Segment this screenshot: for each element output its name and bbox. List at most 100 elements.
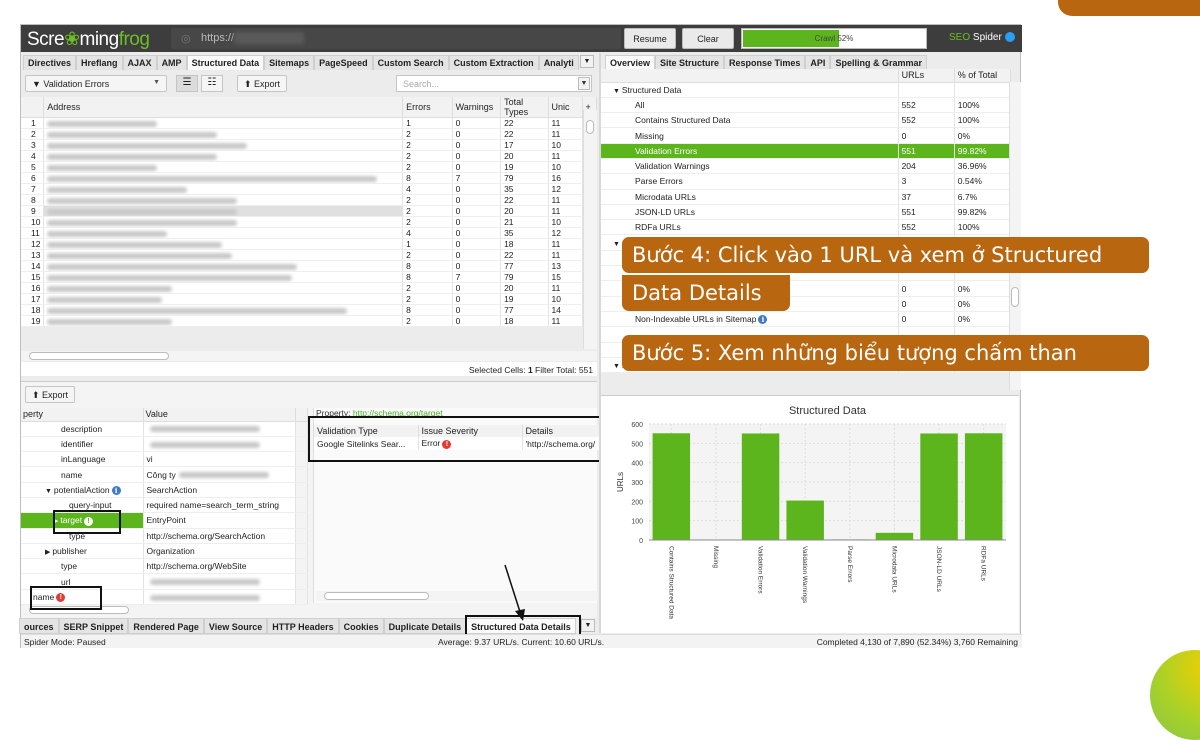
tab-api[interactable]: API <box>805 55 831 70</box>
tab-amp[interactable]: AMP <box>156 55 187 70</box>
list-view-button[interactable]: ☰ <box>176 75 198 92</box>
address-cell[interactable] <box>43 172 404 184</box>
table-row[interactable]: 8 2 0 22 11 <box>21 194 598 206</box>
table-row[interactable]: 1 1 0 22 11 <box>21 117 598 129</box>
overview-row[interactable]: JSON-LD URLs 551 99.82% <box>601 204 1012 221</box>
table-row[interactable]: 5 2 0 19 10 <box>21 161 598 173</box>
tab-rendered-page[interactable]: Rendered Page <box>128 618 204 634</box>
search-dropdown[interactable]: ▼ <box>578 77 590 90</box>
overview-row[interactable]: Validation Warnings 204 36.96% <box>601 158 1012 175</box>
column-header-urls[interactable]: URLs <box>898 69 955 83</box>
clear-button[interactable]: Clear <box>682 28 734 49</box>
table-row[interactable]: 11 4 0 35 12 <box>21 227 598 239</box>
overview-row[interactable]: RDFa URLs 552 100% <box>601 219 1012 236</box>
scroll-thumb[interactable] <box>1011 287 1019 307</box>
tab-pagespeed[interactable]: PageSpeed <box>314 55 373 70</box>
table-row[interactable]: 13 2 0 22 11 <box>21 249 598 261</box>
export-button[interactable]: ⬆ Export <box>237 75 288 92</box>
search-input[interactable]: Search... ▼ <box>396 75 592 92</box>
address-cell[interactable] <box>43 249 404 261</box>
table-row[interactable]: 17 2 0 19 10 <box>21 293 598 305</box>
tabs-overflow-dropdown[interactable]: ▼ <box>580 55 594 68</box>
table-row[interactable]: 15 8 7 79 15 <box>21 271 598 283</box>
table-row[interactable]: 14 8 0 77 13 <box>21 260 598 272</box>
tree-row[interactable]: name Công ty <box>21 466 308 483</box>
column-header-index[interactable] <box>21 97 45 118</box>
address-cell[interactable] <box>43 183 404 195</box>
column-header-property[interactable]: perty <box>21 408 144 422</box>
address-cell[interactable] <box>43 271 404 283</box>
overview-row[interactable]: All 552 100% <box>601 97 1012 114</box>
tab-overview[interactable]: Overview <box>605 55 656 70</box>
tab-analyti[interactable]: Analyti <box>538 55 579 70</box>
tab-ajax[interactable]: AJAX <box>122 55 157 70</box>
table-row[interactable]: 9 2 0 20 11 <box>21 205 598 217</box>
address-cell[interactable] <box>43 282 404 294</box>
tab-duplicate-details[interactable]: Duplicate Details <box>383 618 467 634</box>
column-header-errors[interactable]: Errors <box>402 97 453 118</box>
tree-row[interactable]: ▶ publisher Organization <box>21 543 308 560</box>
expand-arrow-icon[interactable]: ▼ <box>613 241 620 248</box>
twitter-icon[interactable] <box>1004 32 1015 43</box>
address-cell[interactable] <box>43 293 404 305</box>
address-cell[interactable] <box>43 227 404 239</box>
tab-response-times[interactable]: Response Times <box>724 55 806 70</box>
tree-row[interactable]: ▼ potentialAction i SearchAction <box>21 482 308 498</box>
tab-sitemaps[interactable]: Sitemaps <box>264 55 315 70</box>
address-cell[interactable] <box>43 304 404 316</box>
table-row[interactable]: 6 8 7 79 16 <box>21 172 598 184</box>
scroll-thumb[interactable] <box>324 592 429 600</box>
column-header-value[interactable]: Value <box>143 408 296 422</box>
tree-row[interactable]: inLanguage vi <box>21 451 308 468</box>
address-cell[interactable] <box>43 128 404 140</box>
overview-row[interactable]: Non-Indexable URLs in Sitemap i 0 0% <box>601 311 1012 328</box>
address-cell[interactable] <box>43 315 404 327</box>
scroll-thumb[interactable] <box>29 352 169 360</box>
lower-export-button[interactable]: ⬆ Export <box>25 386 76 403</box>
validation-hscroll[interactable] <box>316 591 598 601</box>
url-table-vscroll[interactable] <box>583 110 597 349</box>
address-cell[interactable] <box>43 260 404 272</box>
overview-row[interactable]: Parse Errors 3 0.54% <box>601 173 1012 190</box>
column-header-unic[interactable]: Unic <box>548 97 583 118</box>
address-cell[interactable] <box>43 150 404 162</box>
table-row[interactable]: 3 2 0 17 10 <box>21 139 598 151</box>
tab-structured-data[interactable]: Structured Data <box>186 55 265 70</box>
column-header-pct[interactable]: % of Total <box>954 69 1012 83</box>
expand-arrow-icon[interactable]: ▼ <box>613 363 622 370</box>
tab-spelling-grammar[interactable]: Spelling & Grammar <box>830 55 927 70</box>
column-header-warnings[interactable]: Warnings <box>452 97 502 118</box>
scroll-thumb[interactable] <box>586 120 594 134</box>
tree-row[interactable]: type http://schema.org/WebSite <box>21 558 308 575</box>
tab-custom-search[interactable]: Custom Search <box>372 55 449 70</box>
tab-custom-extraction[interactable]: Custom Extraction <box>448 55 539 70</box>
overview-row[interactable]: Contains Structured Data 552 100% <box>601 112 1012 129</box>
address-cell[interactable] <box>43 139 404 151</box>
url-table-hscroll[interactable] <box>21 351 597 361</box>
tree-view-button[interactable]: ☷ <box>201 75 223 92</box>
column-header-total-types[interactable]: Total Types <box>500 97 549 118</box>
table-row[interactable]: 4 2 0 20 11 <box>21 150 598 162</box>
overview-row[interactable]: Microdata URLs 37 6.7% <box>601 189 1012 205</box>
tab-cookies[interactable]: Cookies <box>338 618 384 634</box>
tree-row[interactable]: identifier <box>21 436 308 453</box>
table-row[interactable]: 10 2 0 21 10 <box>21 216 598 228</box>
tab-view-source[interactable]: View Source <box>203 618 268 634</box>
tab-hreflang[interactable]: Hreflang <box>76 55 123 70</box>
tab-http-headers[interactable]: HTTP Headers <box>267 618 339 634</box>
address-cell[interactable] <box>43 161 404 173</box>
tab-site-structure[interactable]: Site Structure <box>655 55 725 70</box>
tab-serp-snippet[interactable]: SERP Snippet <box>58 618 129 634</box>
address-cell[interactable] <box>43 117 404 129</box>
filter-dropdown[interactable]: ▼ Validation Errors ▼ <box>25 75 167 92</box>
column-header-address[interactable]: Address <box>43 97 404 118</box>
table-row[interactable]: 16 2 0 20 11 <box>21 282 598 294</box>
table-row[interactable]: 2 2 0 22 11 <box>21 128 598 140</box>
resume-button[interactable]: Resume <box>624 28 676 49</box>
address-cell[interactable] <box>43 205 404 217</box>
tab-ources[interactable]: ources <box>19 618 59 634</box>
address-cell[interactable] <box>43 194 404 206</box>
expand-arrow-icon[interactable]: ▼ <box>45 488 54 495</box>
table-row[interactable]: 12 1 0 18 11 <box>21 238 598 250</box>
bottom-tabs-overflow-dropdown[interactable]: ▼ <box>581 619 595 632</box>
